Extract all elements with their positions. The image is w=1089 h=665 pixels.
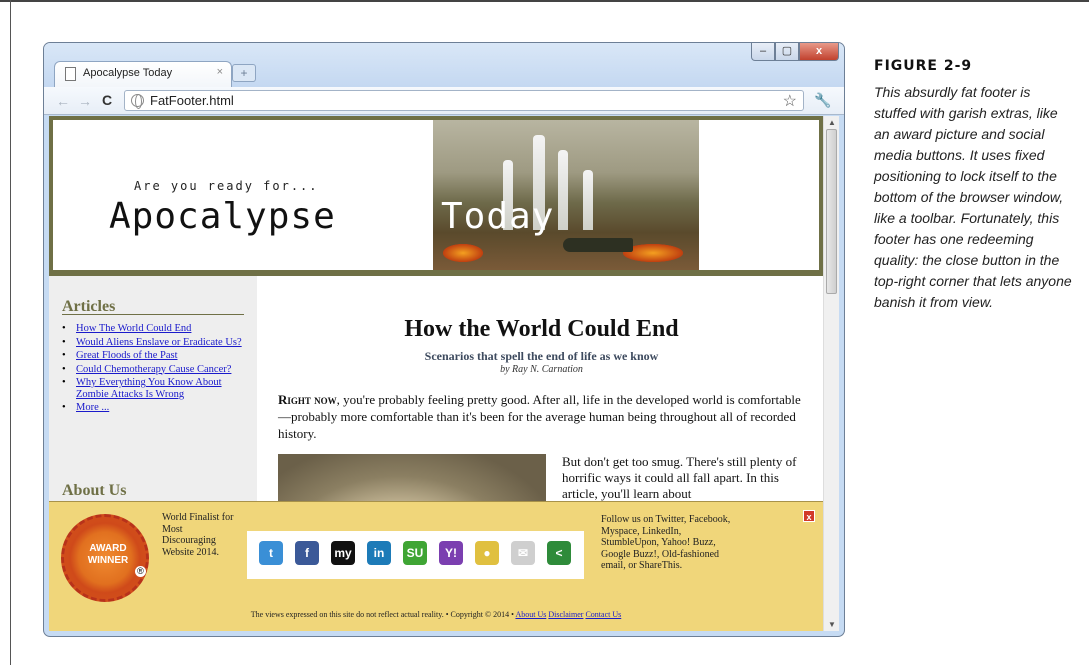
sidebar-link-more[interactable]: More ... — [76, 402, 109, 413]
list-item: More ... — [62, 402, 247, 414]
reload-icon[interactable]: C — [102, 92, 112, 108]
article-paragraph-1: Right now, you're probably feeling prett… — [278, 391, 808, 442]
figure-caption: This absurdly fat footer is stuffed with… — [874, 84, 1072, 310]
page-left-rule — [10, 0, 11, 665]
wrench-icon[interactable]: 🔧 — [814, 92, 831, 109]
sidebar-article-list: How The World Could End Would Aliens Ens… — [62, 323, 247, 416]
myspace-icon[interactable]: my — [331, 541, 355, 565]
list-item: Would Aliens Enslave or Eradicate Us? — [62, 337, 247, 349]
close-window-button[interactable]: x — [799, 43, 839, 61]
award-badge-text: AWARD WINNER — [87, 543, 129, 566]
browser-window: Apocalypse Today × + – ▢ x ← → C FatFoot… — [43, 42, 845, 637]
sidebar-link-world-could-end[interactable]: How The World Could End — [76, 323, 191, 334]
sidebar-link-aliens[interactable]: Would Aliens Enslave or Eradicate Us? — [76, 337, 242, 348]
stumbleupon-icon[interactable]: SU — [403, 541, 427, 565]
address-bar[interactable]: FatFooter.html ☆ — [124, 90, 804, 111]
award-badge: AWARD WINNER — [61, 514, 149, 602]
fat-footer: AWARD WINNER ® World Finalist for Most D… — [49, 501, 823, 631]
page-top-rule — [0, 0, 1089, 2]
title-bar: Apocalypse Today × + – ▢ x — [44, 43, 844, 87]
email-icon[interactable]: ✉ — [511, 541, 535, 565]
footer-link-disclaimer[interactable]: Disclaimer — [548, 610, 583, 619]
separator: • — [511, 610, 514, 619]
registered-mark: ® — [135, 566, 146, 577]
sidebar-link-floods[interactable]: Great Floods of the Past — [76, 350, 178, 361]
paragraph-lead: Right now — [278, 392, 337, 407]
yahoo-buzz-icon[interactable]: Y! — [439, 541, 463, 565]
page-viewport: Are you ready for... Apocalypse Today Ar… — [49, 116, 839, 631]
separator: • — [445, 610, 449, 619]
linkedin-icon[interactable]: in — [367, 541, 391, 565]
apocalypse-photo — [433, 120, 699, 270]
sharethis-icon[interactable]: < — [547, 541, 571, 565]
follow-us-text: Follow us on Twitter, Facebook, Myspace,… — [601, 514, 731, 571]
disclaimer-text: The views expressed on this site do not … — [250, 610, 444, 619]
article-subtitle: Scenarios that spell the end of life as … — [424, 349, 659, 363]
article-byline: by Ray N. Carnation — [500, 364, 583, 375]
url-text[interactable]: FatFooter.html — [150, 93, 234, 108]
award-description: World Finalist for Most Discouraging Web… — [162, 512, 234, 558]
tab-close-icon[interactable]: × — [217, 66, 223, 78]
back-arrow-icon[interactable]: ← — [56, 93, 70, 109]
vertical-scrollbar[interactable]: ▲ ▼ — [823, 116, 839, 631]
header-tagline: Are you ready for... — [134, 179, 319, 193]
facebook-icon[interactable]: f — [295, 541, 319, 565]
copyright-text: Copyright © 2014 — [450, 610, 510, 619]
sidebar-about-heading: About Us — [62, 482, 127, 499]
page-icon — [65, 67, 76, 81]
globe-icon — [131, 94, 144, 109]
list-item: Great Floods of the Past — [62, 350, 247, 362]
scroll-up-icon[interactable]: ▲ — [828, 118, 836, 127]
scroll-down-icon[interactable]: ▼ — [828, 620, 836, 629]
helicopter — [563, 238, 633, 252]
sidebar-link-zombie[interactable]: Why Everything You Know About Zombie Att… — [76, 377, 222, 400]
new-tab-button[interactable]: + — [232, 64, 256, 82]
figure-label: FIGURE 2-9 — [874, 58, 973, 74]
scroll-thumb[interactable] — [826, 129, 837, 294]
footer-link-about[interactable]: About Us — [515, 610, 546, 619]
minimize-button[interactable]: – — [751, 43, 775, 61]
site-header-banner: Are you ready for... Apocalypse Today — [49, 116, 823, 276]
list-item: Why Everything You Know About Zombie Att… — [62, 377, 247, 400]
sidebar-divider — [62, 314, 244, 315]
forward-arrow-icon[interactable]: → — [78, 93, 92, 109]
article-paragraph-2: But don't get too smug. There's still pl… — [562, 454, 797, 501]
sidebar-link-chemotherapy[interactable]: Could Chemotherapy Cause Cancer? — [76, 364, 231, 375]
bookmark-star-icon[interactable]: ☆ — [783, 91, 797, 111]
footer-legal-line: The views expressed on this site do not … — [49, 610, 823, 619]
tab-apocalypse-today[interactable]: Apocalypse Today × — [54, 61, 232, 87]
browser-toolbar: ← → C FatFooter.html ☆ 🔧 — [44, 87, 844, 115]
list-item: How The World Could End — [62, 323, 247, 335]
logo-today: Today — [441, 196, 555, 237]
social-media-bar: t f my in SU Y! ● ✉ < — [247, 531, 584, 579]
twitter-icon[interactable]: t — [259, 541, 283, 565]
google-buzz-icon[interactable]: ● — [475, 541, 499, 565]
footer-close-button[interactable]: x — [803, 510, 815, 522]
tab-title: Apocalypse Today — [83, 67, 173, 79]
maximize-button[interactable]: ▢ — [775, 43, 799, 61]
list-item: Could Chemotherapy Cause Cancer? — [62, 364, 247, 376]
logo-apocalypse: Apocalypse — [109, 196, 336, 237]
footer-link-contact[interactable]: Contact Us — [585, 610, 621, 619]
paragraph-text: , you're probably feeling pretty good. A… — [278, 392, 801, 441]
article-title: How the World Could End — [404, 316, 679, 342]
